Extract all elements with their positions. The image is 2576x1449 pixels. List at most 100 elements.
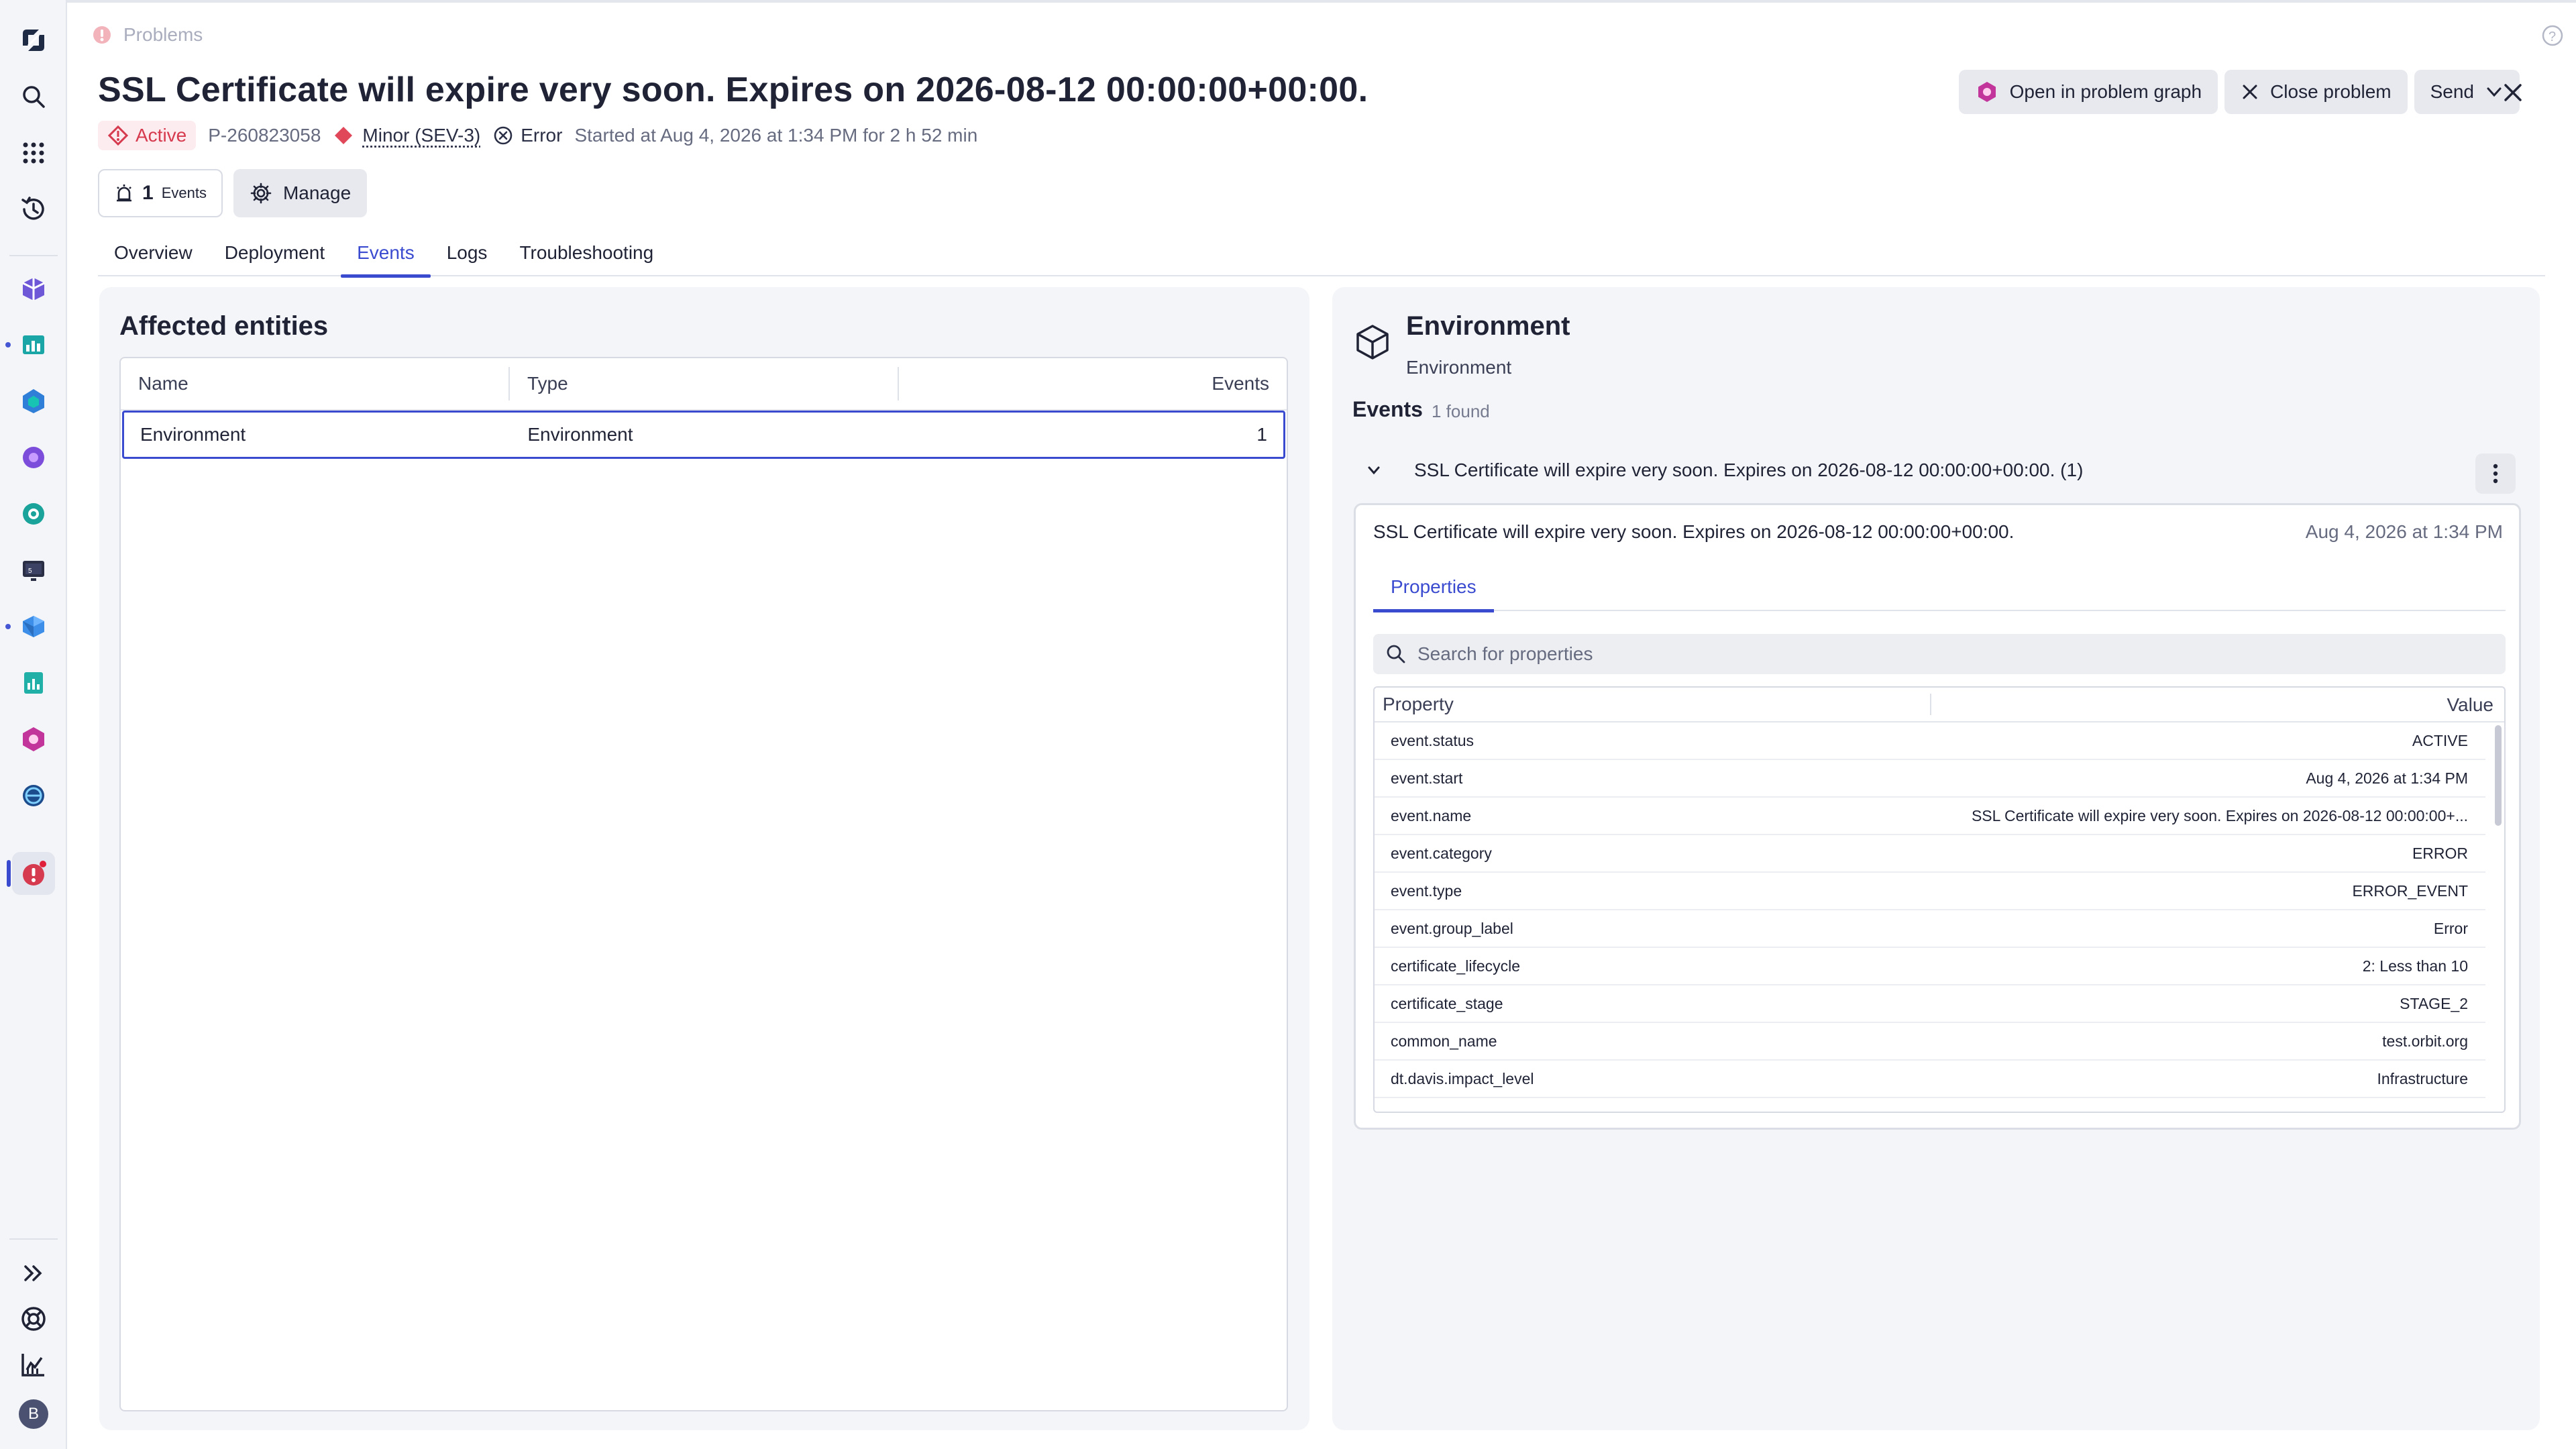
property-value: ERROR	[2412, 844, 2468, 862]
column-header-type[interactable]: Type	[510, 358, 899, 410]
strip-title: Problems	[123, 24, 203, 45]
property-row[interactable]: event.group_label Error	[1375, 910, 2485, 948]
problem-graph-app-icon[interactable]	[12, 718, 55, 761]
property-key: event.group_label	[1391, 919, 1513, 937]
property-key: event.type	[1391, 881, 1462, 900]
status-badge: Active	[98, 121, 197, 150]
tab-deployment[interactable]: Deployment	[209, 229, 341, 276]
property-key: event.name	[1391, 806, 1472, 824]
event-detail-card: SSL Certificate will expire very soon. E…	[1354, 503, 2521, 1130]
property-key: certificate_stage	[1391, 994, 1503, 1012]
category-text: Error	[521, 125, 563, 146]
property-row[interactable]: event.status ACTIVE	[1375, 722, 2485, 760]
property-search-box[interactable]	[1373, 634, 2506, 674]
close-panel-button[interactable]	[2494, 74, 2532, 111]
problem-title: SSL Certificate will expire very soon. E…	[98, 70, 1368, 109]
reports-app-icon[interactable]	[12, 661, 55, 704]
expand-rail-icon[interactable]	[12, 1252, 55, 1295]
alert-diamond-icon	[107, 125, 129, 146]
header-actions: Open in problem graph Close problem Send	[1958, 70, 2520, 114]
cell-events: 1	[1256, 424, 1267, 445]
column-header-value[interactable]: Value	[2447, 688, 2493, 722]
services-app-icon[interactable]	[12, 436, 55, 479]
apps-grid-icon[interactable]	[12, 131, 55, 174]
problem-id: P-260823058	[208, 125, 321, 146]
event-group-title: SSL Certificate will expire very soon. E…	[1414, 460, 2084, 480]
property-value: ACTIVE	[2412, 731, 2468, 749]
problem-subbar: 1 Events Manage	[98, 169, 368, 217]
tab-logs[interactable]: Logs	[431, 229, 504, 276]
open-problem-graph-button[interactable]: Open in problem graph	[1958, 70, 2218, 114]
severity-text: Minor (SEV-3)	[362, 125, 481, 146]
infrastructure-app-icon[interactable]	[12, 380, 55, 423]
help-support-icon[interactable]	[12, 1297, 55, 1340]
property-row[interactable]: certificate_stage STAGE_2	[1375, 985, 2485, 1023]
clouds-app-icon[interactable]	[12, 605, 55, 648]
entity-subtitle: Environment	[1406, 357, 1512, 378]
property-row[interactable]: certificate_lifecycle 2: Less than 10	[1375, 948, 2485, 985]
property-value: Aug 4, 2026 at 1:34 PM	[2306, 769, 2468, 787]
property-value: 2: Less than 10	[2362, 957, 2468, 975]
logs-app-icon[interactable]	[12, 492, 55, 535]
property-row[interactable]: event.category ERROR	[1375, 835, 2485, 873]
column-header-property[interactable]: Property	[1375, 688, 1931, 722]
property-row[interactable]: event.name SSL Certificate will expire ve…	[1375, 798, 2485, 835]
tab-overview[interactable]: Overview	[98, 229, 209, 276]
property-value: ERROR_EVENT	[2352, 881, 2468, 900]
app-launcher-icon[interactable]	[12, 267, 55, 310]
events-heading: Events	[1352, 397, 1423, 421]
cell-name: Environment	[140, 424, 246, 445]
events-count: 1	[142, 182, 154, 204]
property-row[interactable]: dt.davis.impact_level Infrastructure	[1375, 1061, 2485, 1098]
chevron-down-icon[interactable]	[1360, 457, 1387, 484]
gear-icon	[250, 182, 272, 204]
property-value: Error	[2433, 919, 2468, 937]
help-icon[interactable]: ?	[2541, 24, 2564, 47]
events-found-count: 1 found	[1432, 401, 1490, 421]
scrollbar-thumb[interactable]	[2495, 725, 2502, 826]
tab-events[interactable]: Events	[341, 229, 431, 278]
affected-entities-table: Name Type Events Environment Environment…	[119, 357, 1288, 1411]
tab-troubleshooting[interactable]: Troubleshooting	[503, 229, 669, 276]
discovery-app-icon[interactable]	[12, 774, 55, 817]
column-header-name[interactable]: Name	[121, 358, 510, 410]
category-tag: Error	[492, 125, 562, 146]
dashboards-app-icon[interactable]	[12, 323, 55, 366]
event-group-row[interactable]: SSL Certificate will expire very soon. E…	[1352, 440, 2520, 500]
user-avatar[interactable]: B	[12, 1393, 55, 1436]
properties-table-header: Property Value	[1375, 688, 2504, 722]
siren-icon	[117, 184, 131, 202]
property-row[interactable]: common_name test.orbit.org	[1375, 1023, 2485, 1061]
tab-properties[interactable]: Properties	[1373, 563, 1494, 612]
active-app-indicator	[7, 860, 11, 887]
property-key: event.category	[1391, 844, 1492, 862]
column-header-events[interactable]: Events	[899, 358, 1287, 410]
problem-tabs: Overview Deployment Events Logs Troubles…	[98, 229, 2545, 278]
event-card-title: SSL Certificate will expire very soon. E…	[1373, 521, 2015, 542]
search-input[interactable]	[1417, 643, 2424, 665]
started-text: Started at Aug 4, 2026 at 1:34 PM for 2 …	[574, 125, 978, 146]
search-icon[interactable]	[12, 75, 55, 118]
close-icon	[2504, 84, 2522, 101]
history-icon[interactable]	[12, 188, 55, 231]
more-options-button[interactable]	[2475, 453, 2516, 494]
property-row[interactable]: event.type ERROR_EVENT	[1375, 873, 2485, 910]
app-window: 5 B Problems ? SSL Certificate will expi…	[0, 0, 2576, 1449]
rail-divider	[9, 255, 58, 256]
property-key: dt.davis.impact_level	[1391, 1069, 1534, 1087]
severity-link[interactable]: Minor (SEV-3)	[333, 125, 480, 146]
dynatrace-logo-icon[interactable]	[12, 19, 55, 62]
manage-button[interactable]: Manage	[233, 169, 368, 217]
close-problem-button[interactable]: Close problem	[2224, 70, 2408, 114]
title-strip: Problems ?	[67, 0, 2576, 70]
svg-text:?: ?	[2548, 30, 2556, 44]
entity-title: Environment	[1406, 311, 1570, 341]
events-count-button[interactable]: 1 Events	[98, 169, 223, 217]
analytics-icon[interactable]	[12, 1343, 55, 1386]
rail-divider	[9, 1238, 58, 1240]
property-row[interactable]: event.start Aug 4, 2026 at 1:34 PM	[1375, 760, 2485, 798]
app-rail: 5 B	[0, 0, 67, 1449]
problems-app-icon[interactable]	[12, 852, 55, 895]
monitor-app-icon[interactable]: 5	[12, 549, 55, 592]
table-row[interactable]: Environment Environment 1	[122, 411, 1285, 459]
